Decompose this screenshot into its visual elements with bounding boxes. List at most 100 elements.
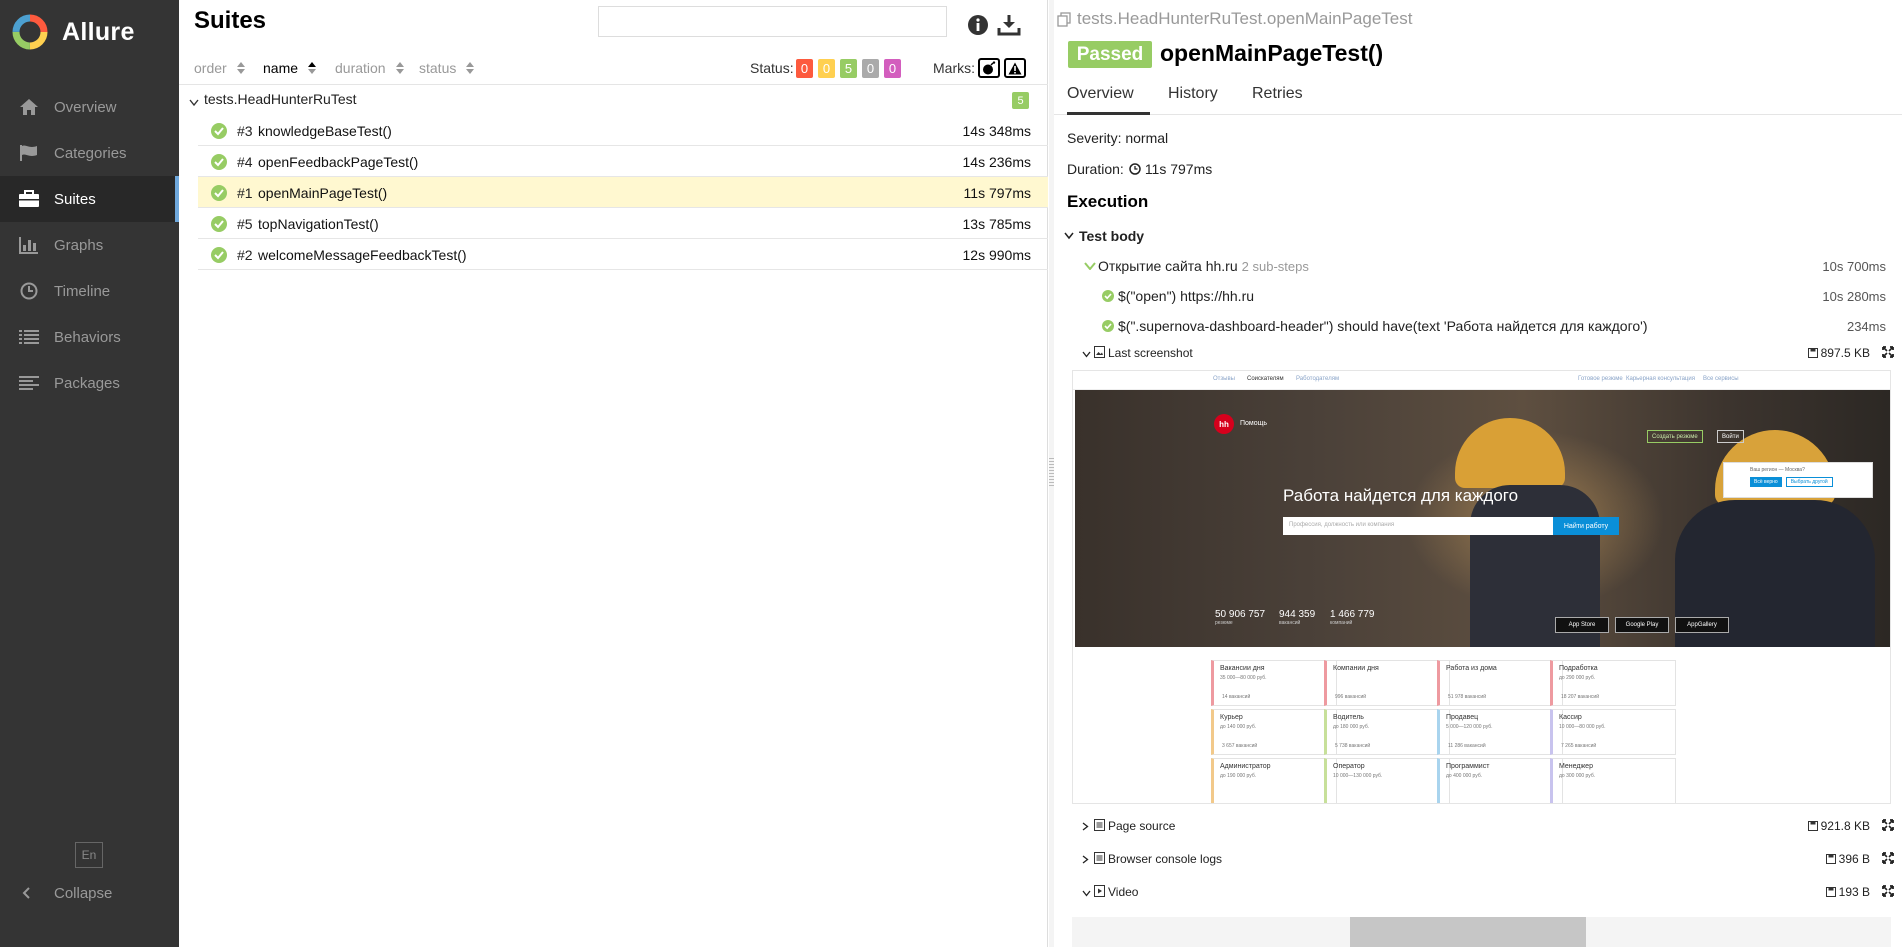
hh-vacancy-card: Кассир 10 000—80 000 руб. 7 265 вакансий xyxy=(1550,709,1676,755)
test-row[interactable]: #3 knowledgeBaseTest() 14s 348ms xyxy=(198,115,1048,146)
status-badge: Passed xyxy=(1068,41,1152,68)
test-name: welcomeMessageFeedbackTest() xyxy=(258,247,467,263)
tab-overview[interactable]: Overview xyxy=(1067,85,1150,115)
test-row[interactable]: #2 welcomeMessageFeedbackTest() 12s 990m… xyxy=(198,239,1048,270)
sort-status[interactable]: status xyxy=(419,60,475,76)
sidebar-item-timeline[interactable]: Timeline xyxy=(0,268,179,314)
attachment-size-value: 897.5 KB xyxy=(1820,346,1870,360)
chevron-right-icon xyxy=(1082,853,1089,867)
attachment-video[interactable]: Video 193 B xyxy=(1082,880,1898,904)
file-icon xyxy=(1094,819,1105,834)
sort-order[interactable]: order xyxy=(194,60,245,76)
suite-group-count: 5 xyxy=(1012,92,1029,109)
attachment-browser-console-logs[interactable]: Browser console logs 396 B xyxy=(1082,847,1898,871)
video-player[interactable] xyxy=(1350,917,1586,947)
sidebar-item-graphs[interactable]: Graphs xyxy=(0,222,179,268)
info-icon[interactable] xyxy=(966,13,990,37)
sidebar-item-overview[interactable]: Overview xyxy=(0,84,179,130)
attachment-name: Browser console logs xyxy=(1108,852,1223,866)
test-row[interactable]: #5 topNavigationTest() 13s 785ms xyxy=(198,208,1048,239)
hh-card-salary: до 190 000 руб. xyxy=(1220,773,1257,779)
hh-card-salary: до 290 000 руб. xyxy=(1559,675,1596,681)
test-body-toggle[interactable]: Test body xyxy=(1064,228,1144,244)
hh-stat-value: 50 906 757 xyxy=(1215,609,1266,620)
hh-vacancy-card: Подработка до 290 000 руб. 18 207 вакансий xyxy=(1550,660,1676,706)
test-row-selected[interactable]: #1 openMainPageTest() 11s 797ms xyxy=(198,177,1048,208)
chevron-right-icon xyxy=(1082,820,1089,834)
hh-vacancy-card: Водитель до 180 000 руб. 5 738 вакансий xyxy=(1324,709,1450,755)
hh-card-title: Компании дня xyxy=(1333,665,1379,672)
video-file-icon xyxy=(1094,885,1105,900)
chevron-down-icon xyxy=(1084,262,1096,270)
language-switcher[interactable]: En xyxy=(75,842,103,868)
attachment-size: 193 B xyxy=(1825,885,1870,899)
sidebar-item-categories[interactable]: Categories xyxy=(0,130,179,176)
status-passed-count[interactable]: 5 xyxy=(840,59,857,78)
substep-title: $(".supernova-dashboard-header") should … xyxy=(1118,318,1648,334)
sort-icon xyxy=(395,62,404,74)
hh-card-title: Вакансии дня xyxy=(1220,665,1265,672)
test-duration: 12s 990ms xyxy=(962,247,1031,263)
test-row[interactable]: #4 openFeedbackPageTest() 14s 236ms xyxy=(198,146,1048,177)
hh-vacancy-card: Менеджер до 300 000 руб. xyxy=(1550,758,1676,803)
brand[interactable]: Allure xyxy=(12,14,135,50)
status-failed-count[interactable]: 0 xyxy=(796,59,813,78)
screenshot-preview[interactable]: Отзывы Соискателям Работодателям Готовое… xyxy=(1072,370,1891,804)
chevron-down-icon xyxy=(189,94,199,112)
tab-history[interactable]: History xyxy=(1168,85,1218,115)
suite-group[interactable]: tests.HeadHunterRuTest 5 xyxy=(179,85,1048,115)
clock-icon xyxy=(17,280,41,302)
substep-should-have[interactable]: $(".supernova-dashboard-header") should … xyxy=(1102,318,1648,334)
substeps-count: 2 sub-steps xyxy=(1241,258,1309,274)
test-title: openMainPageTest() xyxy=(1160,40,1384,66)
collapse-label: Collapse xyxy=(54,884,113,902)
step-open-site[interactable]: Открытие сайта hh.ru 2 sub-steps xyxy=(1084,258,1309,274)
sort-asc-icon xyxy=(308,62,317,74)
hh-create-resume: Создать резюме xyxy=(1647,430,1703,443)
copy-icon[interactable] xyxy=(1057,11,1071,27)
attachment-last-screenshot[interactable]: Last screenshot 897.5 KB xyxy=(1082,341,1898,365)
hh-region-text: Ваш регион — Москва? xyxy=(1750,467,1805,473)
hh-top-link: Карьерная консультация xyxy=(1626,376,1695,382)
hh-card-title: Курьер xyxy=(1220,714,1243,721)
substep-open[interactable]: $("open") https://hh.ru xyxy=(1102,288,1254,304)
status-unknown-count[interactable]: 0 xyxy=(884,59,901,78)
sort-duration[interactable]: duration xyxy=(335,60,404,76)
status-broken-count[interactable]: 0 xyxy=(818,59,835,78)
hh-logo: hh xyxy=(1214,414,1234,434)
chevron-left-icon xyxy=(22,887,32,899)
chevron-down-icon xyxy=(1082,886,1091,900)
sidebar-item-behaviors[interactable]: Behaviors xyxy=(0,314,179,360)
hh-vacancy-card: Курьер до 140 000 руб. 3 657 вакансий xyxy=(1211,709,1337,755)
test-number: #3 xyxy=(237,123,253,139)
download-icon[interactable] xyxy=(997,13,1021,37)
substep-duration: 234ms xyxy=(1846,319,1886,334)
new-failed-mark-toggle[interactable] xyxy=(1004,58,1026,78)
hh-stat: 50 906 757 резюме xyxy=(1215,609,1265,626)
hh-top-link: Готовое резюме xyxy=(1578,376,1623,382)
expand-icon[interactable] xyxy=(1882,852,1894,867)
passed-icon xyxy=(211,247,227,268)
hh-card-salary: до 300 000 руб. xyxy=(1559,773,1596,779)
sidebar-item-suites[interactable]: Suites xyxy=(0,176,179,222)
search-input[interactable] xyxy=(598,6,947,37)
sort-bar: order name duration status Status: 0 0 5… xyxy=(179,52,1048,85)
hh-card-count: 5 738 вакансий xyxy=(1335,743,1371,749)
expand-icon[interactable] xyxy=(1882,819,1894,834)
hh-card-title: Администратор xyxy=(1220,763,1271,770)
collapse-button[interactable]: Collapse xyxy=(0,878,179,908)
tab-retries[interactable]: Retries xyxy=(1252,85,1303,115)
expand-icon[interactable] xyxy=(1882,885,1894,900)
sort-icon xyxy=(466,62,475,74)
sort-name[interactable]: name xyxy=(263,60,317,76)
passed-icon xyxy=(1102,320,1114,332)
hh-stat-label: компаний xyxy=(1330,620,1353,626)
expand-icon[interactable] xyxy=(1882,346,1894,361)
attachment-size: 921.8 KB xyxy=(1807,819,1870,833)
sidebar-item-packages[interactable]: Packages xyxy=(0,360,179,406)
flaky-mark-toggle[interactable] xyxy=(978,58,1000,78)
hh-stat-value: 1 466 779 xyxy=(1330,609,1375,620)
attachment-page-source[interactable]: Page source 921.8 KB xyxy=(1082,814,1898,838)
status-skipped-count[interactable]: 0 xyxy=(862,59,879,78)
substep-duration: 10s 280ms xyxy=(1822,289,1886,304)
